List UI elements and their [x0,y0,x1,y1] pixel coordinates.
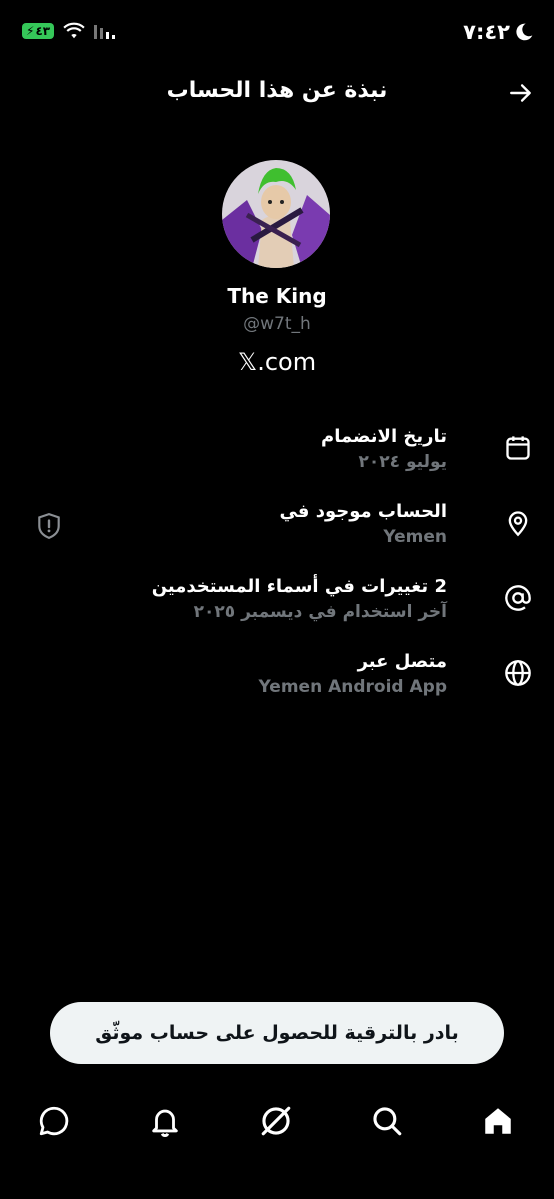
bell-icon[interactable] [148,1104,182,1138]
upgrade-verified-button[interactable]: بادر بالترقية للحصول على حساب موثّق [50,1002,504,1064]
info-row-subtitle: يوليو ٢٠٢٤ [358,452,447,472]
info-row-subtitle: Yemen Android App [258,677,447,697]
info-row-joined: تاريخ الانضمام يوليو ٢٠٢٤ [22,426,532,482]
info-row-title: تاريخ الانضمام [321,426,447,447]
location-pin-icon [508,511,528,537]
shield-icon[interactable] [36,512,62,540]
battery-indicator: ⚡ ٤٣ [22,23,55,39]
message-icon[interactable] [37,1104,71,1138]
home-icon[interactable] [481,1104,515,1138]
grok-icon[interactable] [259,1104,293,1138]
signal-icon [94,25,116,39]
system-indicators: ⚡ ٤٣ [22,22,120,40]
info-row-title: متصل عبر [357,651,447,672]
info-row-subtitle: آخر استخدام في ديسمبر ٢٠٢٥ [193,602,447,622]
moon-icon [516,23,533,41]
site-link[interactable]: 𝕏.com [0,348,554,376]
info-row-title: الحساب موجود في [279,501,447,522]
info-row-title: 2 تغييرات في أسماء المستخدمين [151,576,447,597]
info-row-usernames: 2 تغييرات في أسماء المستخدمين آخر استخدا… [22,576,532,632]
info-row-connected-via: متصل عبر Yemen Android App [22,651,532,707]
at-sign-icon [505,585,531,611]
info-row-subtitle: Yemen [383,527,447,547]
battery-bolt-icon: ⚡ [26,24,35,38]
calendar-icon [506,436,530,460]
info-row-location: الحساب موجود في Yemen [22,501,532,557]
search-icon[interactable] [370,1104,404,1138]
time-text: ٧:٤٢ [463,20,510,44]
avatar-image [222,160,330,268]
display-name: The King [227,284,327,308]
wifi-icon [63,22,85,39]
user-handle: @w7t_h [243,314,311,334]
avatar[interactable] [222,160,330,268]
page-title: نبذة عن هذا الحساب [166,78,388,103]
globe-icon [505,660,531,686]
battery-level: ٤٣ [35,24,51,38]
status-time: ٧:٤٢ [463,20,534,44]
